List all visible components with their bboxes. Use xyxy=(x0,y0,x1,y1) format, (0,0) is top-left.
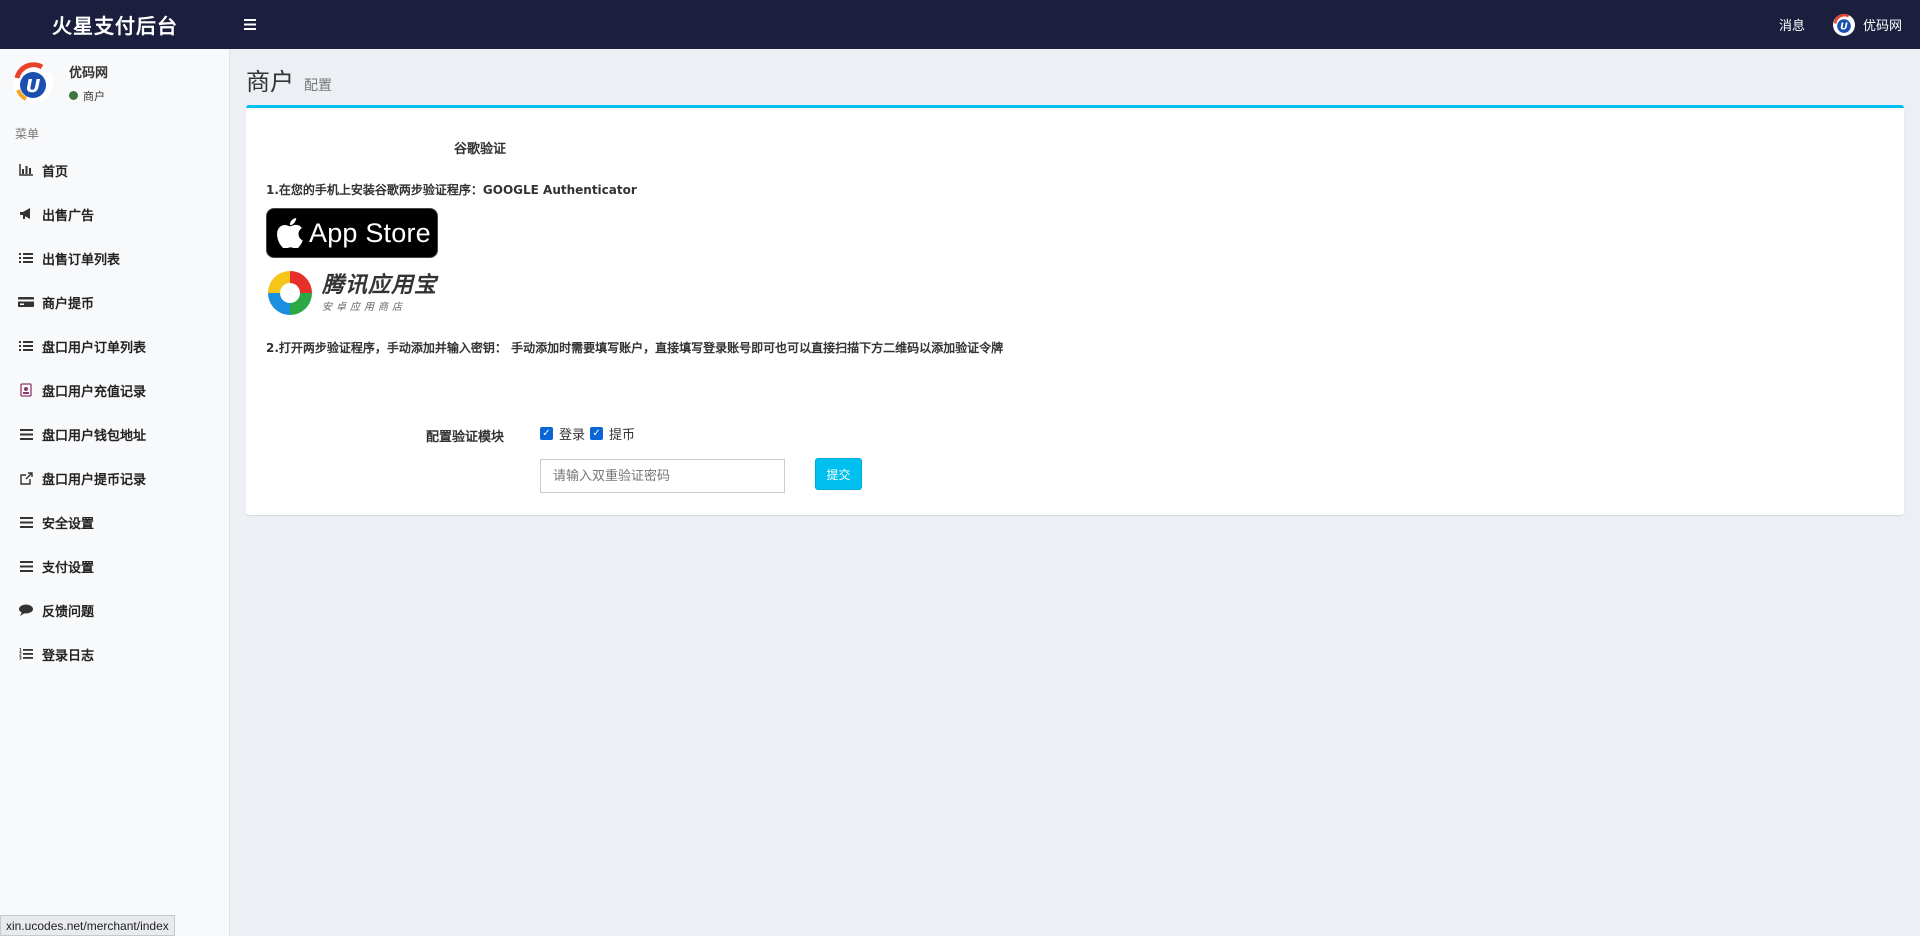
comment-icon xyxy=(18,603,34,617)
messages-link[interactable]: 消息 xyxy=(1779,15,1805,34)
external-link-icon xyxy=(18,471,34,485)
list-icon xyxy=(18,251,34,265)
google-auth-panel: 谷歌验证 1.在您的手机上安装谷歌两步验证程序：GOOGLE Authentic… xyxy=(246,105,1904,515)
sidebar-item-label: 商户提币 xyxy=(42,296,95,312)
submit-button[interactable]: 提交 xyxy=(815,458,862,490)
user-status: 商户 xyxy=(69,88,108,104)
bar-chart-icon xyxy=(18,163,34,177)
brand-logo[interactable]: 火星支付后台 xyxy=(0,10,230,39)
bars-icon xyxy=(18,559,34,573)
withdraw-checkbox[interactable]: ✓ xyxy=(590,427,604,440)
sidebar-item-sell-ads[interactable]: 出售广告 xyxy=(0,192,229,236)
sidebar-item-security[interactable]: 安全设置 xyxy=(0,500,229,544)
sidebar-item-label: 支付设置 xyxy=(42,560,95,576)
list-ol-icon: 123 xyxy=(18,647,34,661)
user-menu[interactable]: U 优码网 xyxy=(1832,13,1902,36)
sidebar-item-label: 出售订单列表 xyxy=(42,252,121,268)
svg-text:U: U xyxy=(1840,21,1848,32)
sidebar-item-user-withdraw[interactable]: 盘口用户提币记录 xyxy=(0,456,229,500)
sidebar-item-label: 盘口用户充值记录 xyxy=(42,384,147,400)
sidebar-item-sell-orders[interactable]: 出售订单列表 xyxy=(0,236,229,280)
sidebar-item-label: 反馈问题 xyxy=(42,604,95,620)
withdraw-checkbox-label: 提币 xyxy=(609,428,636,443)
sidebar-item-login-log[interactable]: 123 登录日志 xyxy=(0,632,229,676)
sidebar-item-user-orders[interactable]: 盘口用户订单列表 xyxy=(0,324,229,368)
login-checkbox[interactable]: ✓ xyxy=(540,427,553,440)
user-panel: U 优码网 商户 xyxy=(0,49,229,115)
app-store-badge[interactable]: App Store xyxy=(266,208,438,258)
svg-text:U: U xyxy=(26,76,41,97)
sidebar-item-label: 登录日志 xyxy=(42,648,95,664)
bars-icon xyxy=(18,515,34,529)
sidebar-item-payment[interactable]: 支付设置 xyxy=(0,544,229,588)
top-navbar: 火星支付后台 消息 U 优码网 xyxy=(0,0,1920,49)
bullhorn-icon xyxy=(18,207,34,221)
sidebar-item-label: 出售广告 xyxy=(42,208,95,224)
google-auth-label: 谷歌验证 xyxy=(454,142,507,157)
bars-icon xyxy=(244,19,256,30)
content-header: 商户 配置 xyxy=(246,62,332,97)
list-icon xyxy=(18,339,34,353)
sidebar-item-merchant-withdraw[interactable]: 商户提币 xyxy=(0,280,229,324)
sidebar-toggle-button[interactable] xyxy=(230,0,270,49)
status-bar-url: xin.ucodes.net/merchant/index xyxy=(0,915,175,936)
sidebar-item-user-wallet[interactable]: 盘口用户钱包地址 xyxy=(0,412,229,456)
login-checkbox-label: 登录 xyxy=(559,428,586,443)
bars-icon xyxy=(18,427,34,441)
otp-input[interactable] xyxy=(540,459,785,493)
tencent-subtitle: 安卓应用商店 xyxy=(322,301,406,313)
sidebar-item-label: 盘口用户订单列表 xyxy=(42,340,147,356)
config-module-checks: ✓ 登录 ✓ 提币 xyxy=(540,424,640,443)
avatar: U xyxy=(1832,13,1855,36)
config-module-label: 配置验证模块 xyxy=(426,430,505,445)
svg-text:3: 3 xyxy=(19,656,22,661)
sidebar-item-user-recharge[interactable]: 盘口用户充值记录 xyxy=(0,368,229,412)
user-name: 优码网 xyxy=(1862,19,1902,34)
id-badge-icon xyxy=(18,383,34,397)
sidebar-item-label: 首页 xyxy=(42,164,69,180)
credit-card-icon xyxy=(18,295,34,309)
sidebar-item-label: 盘口用户钱包地址 xyxy=(42,428,147,444)
sidebar-item-label: 安全设置 xyxy=(42,516,95,532)
sidebar-item-label: 盘口用户提币记录 xyxy=(42,472,147,488)
tencent-logo-icon xyxy=(268,271,312,315)
online-status-icon xyxy=(69,91,78,100)
sidebar-item-feedback[interactable]: 反馈问题 xyxy=(0,588,229,632)
page-subtitle: 配置 xyxy=(304,78,332,94)
sidebar-item-home[interactable]: 首页 xyxy=(0,148,229,192)
sidebar-user-name: 优码网 xyxy=(69,65,109,81)
step1-text: 1.在您的手机上安装谷歌两步验证程序：GOOGLE Authenticator xyxy=(266,183,637,197)
step2-text: 2.打开两步验证程序，手动添加并输入密钥： 手动添加时需要填写账户，直接填写登录… xyxy=(266,341,1004,355)
avatar: U xyxy=(12,61,54,104)
tencent-title: 腾讯应用宝 xyxy=(322,272,438,298)
user-role: 商户 xyxy=(83,89,105,103)
app-store-label: App Store xyxy=(309,217,431,248)
sidebar: U 优码网 商户 菜单 首页 出售广告 出售订单列表 商户提币 盘口用户订单列表… xyxy=(0,49,230,936)
apple-icon xyxy=(277,218,303,248)
page-title: 商户 xyxy=(246,68,294,96)
menu-header: 菜单 xyxy=(15,127,40,141)
tencent-app-store-badge[interactable]: 腾讯应用宝 安卓应用商店 xyxy=(266,268,441,318)
